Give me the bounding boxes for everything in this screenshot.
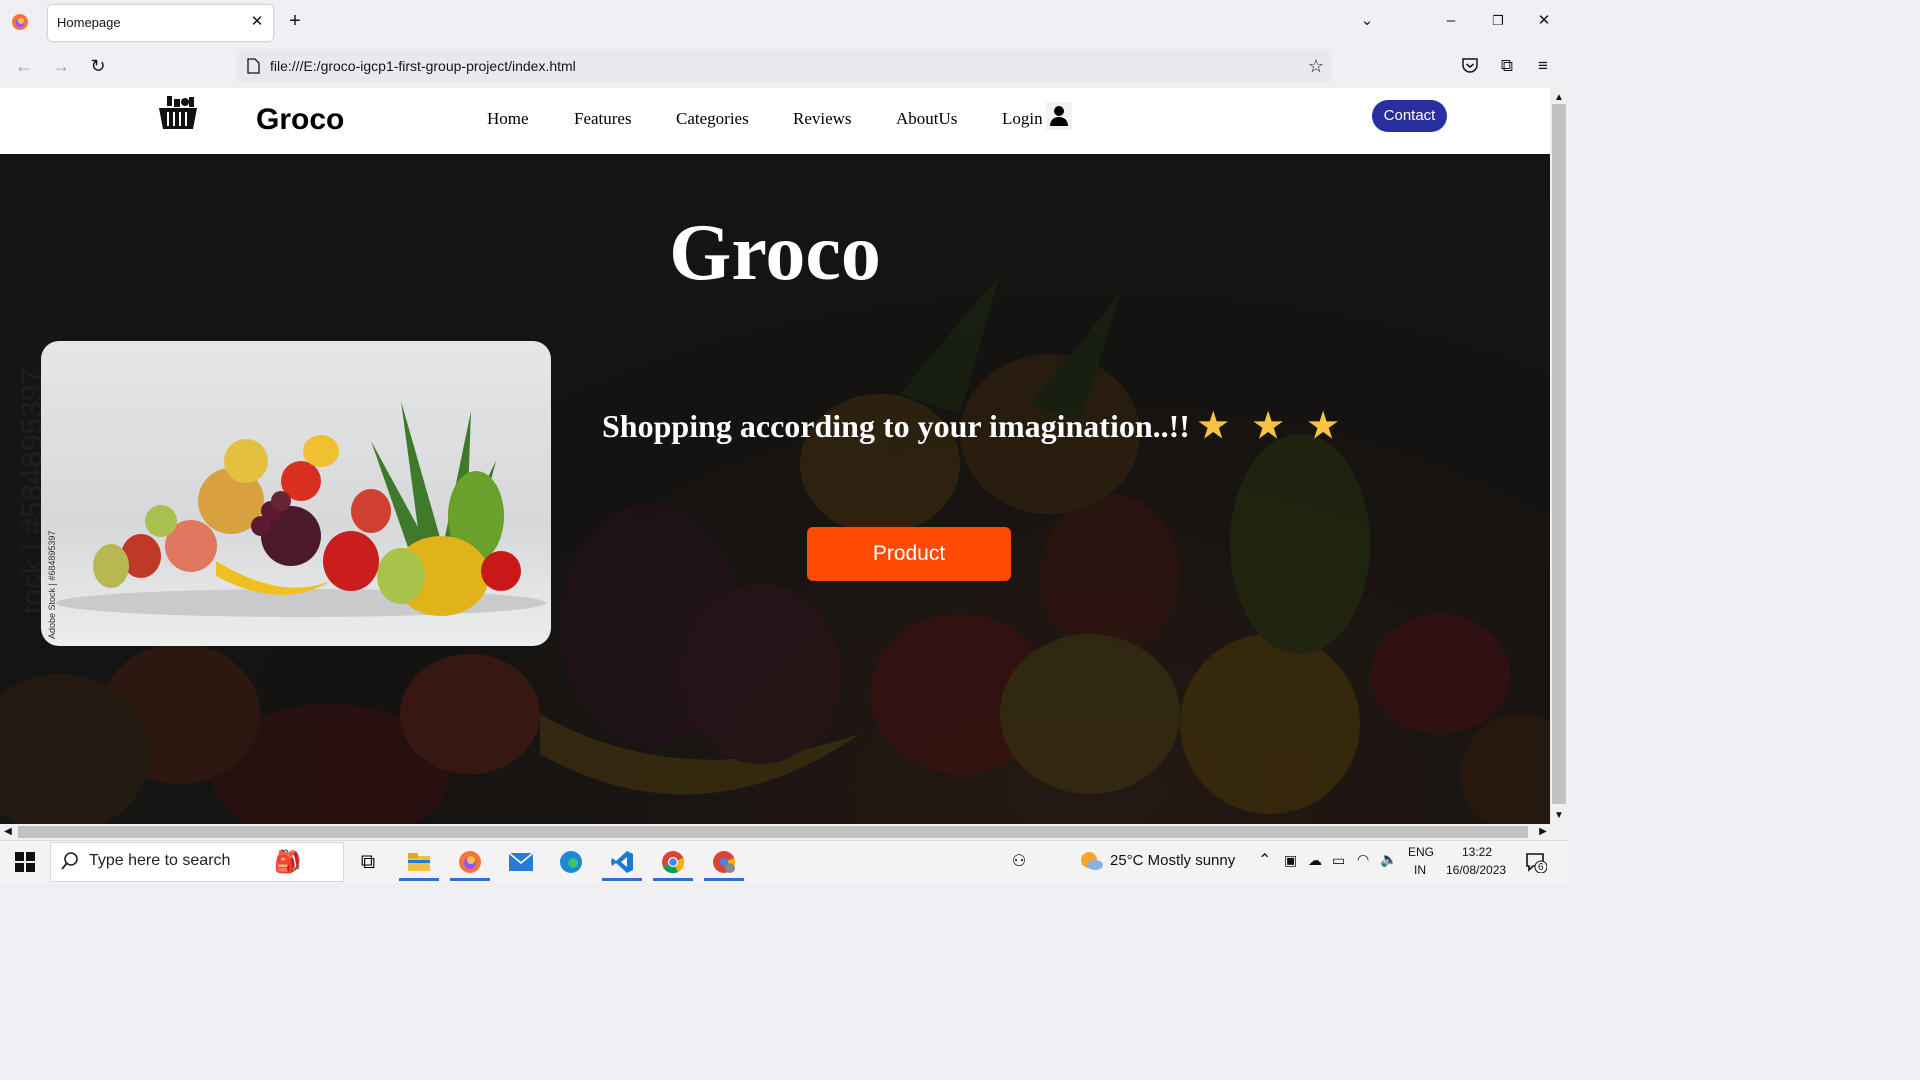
clock-date[interactable]: 16/08/2023 <box>1446 863 1506 877</box>
horizontal-scrollbar-thumb[interactable] <box>18 826 1528 838</box>
hero-title: Groco <box>669 209 881 297</box>
weather-sun-icon[interactable] <box>1079 850 1103 872</box>
reload-icon[interactable]: ↻ <box>88 56 108 76</box>
firefox-taskbar-icon[interactable] <box>450 846 490 878</box>
chrome-profile-active-indicator <box>704 878 744 881</box>
fruit-photo-image <box>56 401 546 617</box>
hero-tagline: Shopping according to your imagination..… <box>602 406 1346 446</box>
tagline-text: Shopping according to your imagination..… <box>602 408 1190 444</box>
language-top[interactable]: ENG <box>1408 845 1434 859</box>
task-view-icon[interactable]: ⧉ <box>348 846 388 878</box>
new-tab-icon[interactable]: + <box>285 11 305 31</box>
vscode-active-indicator <box>602 878 642 881</box>
basket-logo-icon[interactable] <box>158 95 198 131</box>
user-icon[interactable] <box>1046 102 1072 130</box>
windows-start-icon[interactable] <box>15 852 35 872</box>
show-hidden-icons-icon[interactable]: ⌃ <box>1258 850 1271 870</box>
vertical-scrollbar-thumb[interactable] <box>1552 104 1566 804</box>
window-close-icon[interactable]: ✕ <box>1534 11 1554 31</box>
onedrive-icon[interactable]: ☁ <box>1308 852 1322 869</box>
extensions-icon[interactable]: ⧉ <box>1497 56 1517 76</box>
tab-title: Homepage <box>57 15 121 30</box>
weather-text[interactable]: 25°C Mostly sunny <box>1110 852 1235 869</box>
page-viewport: Groco Home Features Categories Reviews A… <box>0 88 1550 824</box>
fruit-photo-card: Adobe Stock | #684895397 <box>41 341 551 646</box>
back-icon[interactable]: ← <box>14 56 34 76</box>
nav-login[interactable]: Login <box>1002 109 1043 129</box>
product-button[interactable]: Product <box>807 527 1011 581</box>
firefox-icon <box>12 14 28 30</box>
pocket-icon[interactable] <box>1461 57 1479 74</box>
nav-home[interactable]: Home <box>487 109 529 129</box>
vscode-icon[interactable] <box>602 846 642 878</box>
rating-stars-icon: ★ ★ ★ <box>1197 408 1347 445</box>
wifi-icon[interactable]: ◠ <box>1357 851 1369 868</box>
chrome-icon[interactable] <box>653 846 693 878</box>
nav-aboutus[interactable]: AboutUs <box>896 109 957 129</box>
contact-button[interactable]: Contact <box>1372 100 1447 132</box>
scroll-right-icon[interactable]: ▶ <box>1533 822 1553 842</box>
people-icon[interactable]: ⚇ <box>999 846 1039 878</box>
hero-section: tock | #584895397 Groco Adobe Stock | #6… <box>0 154 1550 824</box>
nav-reviews[interactable]: Reviews <box>793 109 852 129</box>
nav-features[interactable]: Features <box>574 109 632 129</box>
forward-icon[interactable]: → <box>51 56 71 76</box>
restore-icon[interactable]: ❐ <box>1488 11 1508 31</box>
clock-time[interactable]: 13:22 <box>1462 845 1492 859</box>
file-explorer-icon[interactable] <box>399 846 439 878</box>
brand-name[interactable]: Groco <box>256 103 344 137</box>
chrome-active-indicator <box>653 878 693 881</box>
chrome-profile-icon[interactable] <box>704 846 744 878</box>
file-explorer-active-indicator <box>399 878 439 881</box>
mail-icon[interactable] <box>501 846 541 878</box>
close-tab-icon[interactable]: ✕ <box>247 12 267 32</box>
search-highlight-icon[interactable]: 🎒 <box>268 846 308 878</box>
list-tabs-icon[interactable]: ⌄ <box>1357 11 1377 31</box>
scroll-left-icon[interactable]: ◀ <box>0 822 18 842</box>
site-header: Groco Home Features Categories Reviews A… <box>0 88 1550 154</box>
battery-icon[interactable]: ▭ <box>1332 852 1345 869</box>
edge-icon[interactable] <box>551 846 591 878</box>
scroll-up-icon[interactable]: ▲ <box>1549 88 1569 108</box>
nav-categories[interactable]: Categories <box>676 109 749 129</box>
menu-icon[interactable]: ≡ <box>1533 56 1553 76</box>
bookmark-star-icon[interactable]: ☆ <box>1306 56 1326 76</box>
taskbar-search-placeholder: Type here to search <box>89 852 231 869</box>
page-icon <box>247 58 260 74</box>
search-icon <box>61 852 78 870</box>
language-bottom[interactable]: IN <box>1414 863 1426 877</box>
volume-icon[interactable]: 🔈 <box>1380 851 1397 868</box>
firefox-active-indicator <box>450 878 490 881</box>
notifications-count: 6 <box>1538 862 1544 873</box>
card-watermark: Adobe Stock | #684895397 <box>47 530 57 639</box>
url-text: file:///E:/groco-igcp1-first-group-proje… <box>270 58 576 74</box>
meet-now-icon[interactable]: ▣ <box>1284 852 1297 869</box>
minimize-icon[interactable]: – <box>1441 11 1461 31</box>
